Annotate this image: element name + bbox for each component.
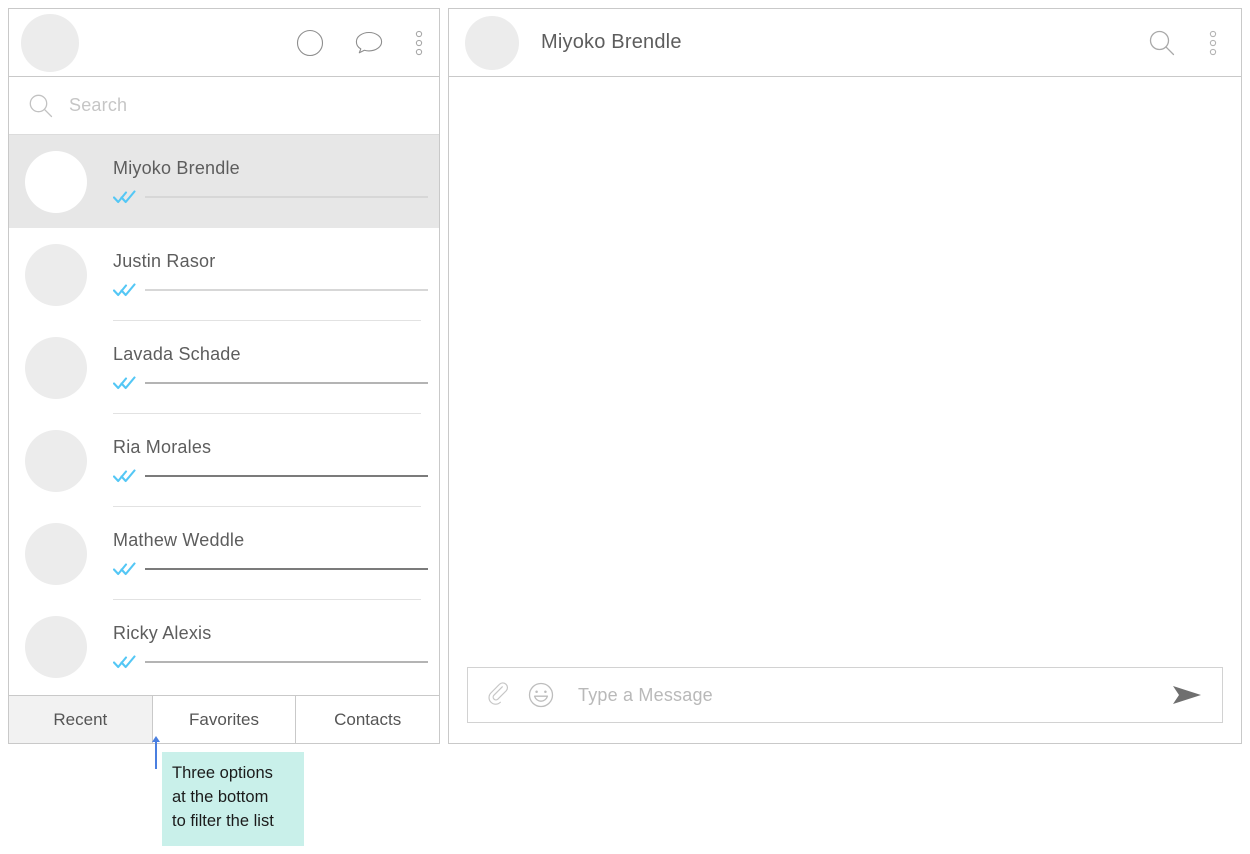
- conversation-row[interactable]: Miyoko Brendle: [9, 135, 439, 228]
- status-circle-icon[interactable]: [295, 28, 325, 58]
- conversation-avatar: [25, 429, 87, 492]
- search-icon: [27, 92, 55, 120]
- chat-bubble-icon[interactable]: [353, 28, 385, 58]
- annotation-arrow: [152, 736, 160, 769]
- annotation-text-line: to filter the list: [172, 811, 274, 830]
- preview-placeholder-line: [145, 382, 428, 384]
- chat-app-screenshot: Search Miyoko Brendle Justin Rasor Lavada …: [0, 0, 1250, 854]
- left-panel-header-actions: [295, 27, 425, 59]
- send-icon[interactable]: [1170, 683, 1204, 707]
- conversation-row[interactable]: Justin Rasor: [9, 228, 439, 321]
- conversation-body: Ria Morales: [113, 437, 428, 484]
- conversation-name: Miyoko Brendle: [113, 158, 240, 178]
- conversation-name: Justin Rasor: [113, 251, 216, 271]
- conversation-avatar: [25, 336, 87, 399]
- composer-container: Type a Message: [449, 657, 1241, 743]
- double-check-icon: [113, 375, 137, 391]
- conversation-name: Mathew Weddle: [113, 530, 245, 550]
- conversations-panel: Search Miyoko Brendle Justin Rasor Lavada …: [8, 8, 440, 744]
- tab-recent[interactable]: Recent: [9, 696, 153, 743]
- conversation-preview: [113, 282, 428, 298]
- conversation-name: Ricky Alexis: [113, 623, 212, 643]
- conversation-body: Ricky Alexis: [113, 623, 428, 670]
- conversation-name: Ria Morales: [113, 437, 212, 457]
- double-check-icon: [113, 654, 137, 670]
- conversation-row[interactable]: Ria Morales: [9, 414, 439, 507]
- left-panel-header: [9, 9, 439, 77]
- conversation-row[interactable]: Mathew Weddle: [9, 507, 439, 600]
- search-bar[interactable]: Search: [9, 77, 439, 135]
- chat-title: Miyoko Brendle: [541, 31, 682, 53]
- preview-placeholder-line: [145, 475, 428, 477]
- overflow-menu-icon[interactable]: [1207, 27, 1219, 59]
- search-input[interactable]: Search: [69, 95, 127, 116]
- conversation-avatar: [25, 150, 87, 213]
- double-check-icon: [113, 561, 137, 577]
- conversation-row[interactable]: Lavada Schade: [9, 321, 439, 414]
- conversation-avatar: [25, 243, 87, 306]
- tab-contacts[interactable]: Contacts: [296, 696, 440, 743]
- filter-tabs: Recent Favorites Contacts: [9, 695, 440, 743]
- chat-panel: Miyoko Brendle Type a Message: [448, 8, 1242, 744]
- message-thread: [449, 77, 1241, 657]
- search-icon[interactable]: [1147, 28, 1177, 58]
- user-avatar[interactable]: [21, 13, 79, 72]
- annotation-callout: Three options at the bottom to filter the …: [162, 752, 304, 846]
- conversation-avatar: [25, 522, 87, 585]
- preview-placeholder-line: [145, 661, 428, 663]
- message-input[interactable]: Type a Message: [578, 685, 1170, 706]
- preview-placeholder-line: [145, 289, 428, 291]
- conversation-avatar: [25, 615, 87, 678]
- double-check-icon: [113, 282, 137, 298]
- overflow-menu-icon[interactable]: [413, 27, 425, 59]
- paperclip-icon[interactable]: [486, 682, 512, 708]
- smiley-icon[interactable]: [526, 680, 556, 710]
- conversation-body: Lavada Schade: [113, 344, 428, 391]
- conversation-body: Miyoko Brendle: [113, 158, 428, 205]
- conversation-body: Justin Rasor: [113, 251, 428, 298]
- chat-header: Miyoko Brendle: [449, 9, 1241, 77]
- message-composer[interactable]: Type a Message: [467, 667, 1223, 723]
- conversation-preview: [113, 189, 428, 205]
- conversation-preview: [113, 561, 428, 577]
- conversation-list[interactable]: Miyoko Brendle Justin Rasor Lavada Schade R…: [9, 135, 439, 695]
- annotation-text-line: at the bottom: [172, 787, 269, 806]
- annotation-text-line: Three options: [172, 764, 273, 782]
- contact-avatar[interactable]: [465, 15, 519, 70]
- conversation-body: Mathew Weddle: [113, 530, 428, 577]
- conversation-row[interactable]: Ricky Alexis: [9, 600, 439, 693]
- chat-header-actions: [1147, 27, 1219, 59]
- conversation-name: Lavada Schade: [113, 344, 241, 364]
- preview-placeholder-line: [145, 196, 428, 198]
- double-check-icon: [113, 468, 137, 484]
- conversation-preview: [113, 468, 428, 484]
- preview-placeholder-line: [145, 568, 428, 570]
- conversation-preview: [113, 654, 428, 670]
- conversation-preview: [113, 375, 428, 391]
- tab-favorites[interactable]: Favorites: [152, 696, 297, 743]
- double-check-icon: [113, 189, 137, 205]
